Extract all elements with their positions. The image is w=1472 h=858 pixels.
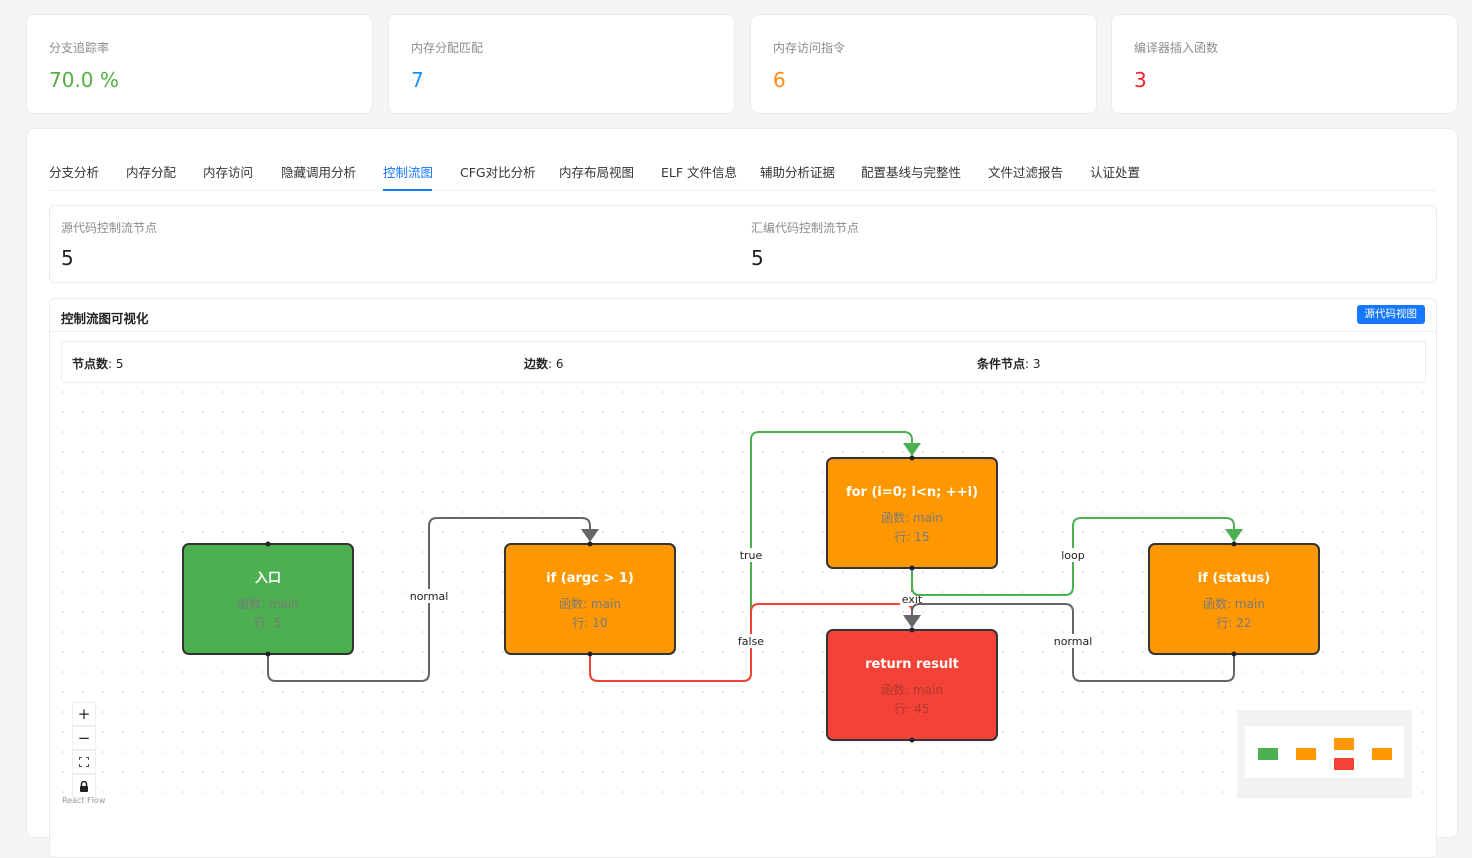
edge-label-loop: loop	[1061, 549, 1085, 562]
tab-baseline[interactable]: 配置基线与完整性	[861, 162, 961, 181]
react-flow-attribution[interactable]: React Flow	[62, 796, 105, 805]
stat-value: 6	[773, 68, 786, 92]
minimap-node-return	[1334, 758, 1354, 770]
cond-count-label: 条件节点	[977, 357, 1026, 371]
node-count-value: : 5	[108, 357, 124, 371]
tab-mem-layout[interactable]: 内存布局视图	[559, 162, 634, 181]
handle-source[interactable]	[587, 651, 593, 657]
tab-branch-analysis[interactable]: 分支分析	[49, 162, 99, 181]
minimap-node-entry	[1258, 748, 1278, 760]
node-title: if (status)	[1198, 571, 1270, 586]
node-func: 函数: main	[1203, 596, 1265, 611]
cfg-visualization-panel: 控制流图可视化 源代码视图 节点数: 5 边数: 6 条件节点: 3 norma…	[49, 298, 1437, 858]
panel-header: 控制流图可视化 源代码视图	[50, 299, 1436, 332]
tab-cert-disposal[interactable]: 认证处置	[1090, 162, 1140, 181]
handle-source[interactable]	[1231, 651, 1237, 657]
tab-cfg-compare[interactable]: CFG对比分析	[460, 162, 536, 181]
cfg-count-box: 源代码控制流节点 5 汇编代码控制流节点 5	[49, 205, 1437, 283]
tab-aux-evidence[interactable]: 辅助分析证据	[760, 162, 835, 181]
stat-label: 内存访问指令	[773, 41, 846, 55]
flow-canvas[interactable]: normal true false exit loop normal 入口 函数…	[62, 391, 1426, 811]
node-title: for (i=0; i<n; ++i)	[846, 485, 978, 500]
tab-bar: 分支分析 内存分配 内存访问 隐藏调用分析 控制流图 CFG对比分析 内存布局视…	[49, 153, 1435, 191]
node-func: 函数: main	[881, 510, 943, 525]
zoom-out-button[interactable]: −	[72, 726, 96, 750]
stat-card-alloc-match: 内存分配匹配 7	[388, 14, 735, 114]
edge-label-true: true	[740, 549, 763, 562]
panel-title: 控制流图可视化	[61, 311, 149, 326]
fit-view-button[interactable]	[72, 750, 96, 774]
minus-icon: −	[77, 729, 91, 747]
edge-count-value: : 6	[548, 357, 564, 371]
tab-filter-report[interactable]: 文件过滤报告	[988, 162, 1063, 181]
edge-count-label: 边数	[524, 357, 549, 371]
tab-cfg[interactable]: 控制流图	[383, 162, 433, 181]
source-cfg-label: 源代码控制流节点	[61, 221, 158, 235]
stat-card-compiler-funcs: 编译器插入函数 3	[1111, 14, 1458, 114]
stat-card-mem-access: 内存访问指令 6	[750, 14, 1097, 114]
source-view-button[interactable]: 源代码视图	[1356, 305, 1425, 324]
handle-source[interactable]	[909, 737, 915, 743]
handle-target[interactable]	[909, 455, 915, 461]
asm-cfg-value: 5	[751, 246, 764, 270]
lock-icon	[80, 780, 88, 792]
stat-label: 编译器插入函数	[1134, 41, 1219, 55]
edge-label-normal: normal	[1054, 635, 1093, 648]
zoom-in-button[interactable]: +	[72, 702, 96, 726]
node-for-loop[interactable]: for (i=0; i<n; ++i) 函数: main 行: 15	[826, 455, 998, 571]
fit-view-icon	[78, 756, 90, 768]
node-title: if (argc > 1)	[546, 571, 634, 586]
tab-mem-access[interactable]: 内存访问	[203, 162, 253, 181]
handle-target[interactable]	[1231, 541, 1237, 547]
minimap-viewport	[1245, 726, 1404, 778]
node-func: 函数: main	[881, 682, 943, 697]
node-if-argc[interactable]: if (argc > 1) 函数: main 行: 10	[504, 541, 676, 657]
handle-source[interactable]	[265, 651, 271, 657]
node-title: return result	[865, 657, 959, 672]
node-if-status[interactable]: if (status) 函数: main 行: 22	[1148, 541, 1320, 657]
node-return[interactable]: return result 函数: main 行: 45	[826, 627, 998, 743]
graph-stats-row: 节点数: 5 边数: 6 条件节点: 3	[61, 341, 1426, 383]
tab-elf-info[interactable]: ELF 文件信息	[661, 162, 737, 181]
active-tab-indicator	[383, 189, 432, 191]
stat-value: 7	[411, 68, 424, 92]
tab-mem-alloc[interactable]: 内存分配	[126, 162, 176, 181]
node-line: 行: 15	[894, 530, 929, 544]
handle-target[interactable]	[265, 541, 271, 547]
node-count-stat: 节点数: 5	[72, 355, 124, 372]
stat-label: 内存分配匹配	[411, 41, 484, 55]
minimap-node-for	[1334, 738, 1354, 750]
node-line: 行: 10	[572, 616, 607, 630]
node-entry[interactable]: 入口 函数: main 行: 5	[182, 541, 354, 657]
node-line: 行: 22	[1216, 616, 1251, 630]
edge-count-stat: 边数: 6	[524, 355, 564, 372]
edge-label-false: false	[738, 635, 764, 648]
cond-count-stat: 条件节点: 3	[977, 355, 1041, 372]
cond-count-value: : 3	[1025, 357, 1041, 371]
asm-cfg-label: 汇编代码控制流节点	[751, 221, 860, 235]
minimap[interactable]	[1237, 710, 1412, 798]
stat-card-branch-trace: 分支追踪率 70.0 %	[26, 14, 373, 114]
node-func: 函数: main	[559, 596, 621, 611]
handle-target[interactable]	[587, 541, 593, 547]
node-line: 行: 5	[254, 616, 282, 630]
handle-target[interactable]	[909, 627, 915, 633]
tab-hidden-calls[interactable]: 隐藏调用分析	[281, 162, 356, 181]
node-line: 行: 45	[894, 702, 929, 716]
node-title: 入口	[255, 571, 281, 586]
edge-label-normal: normal	[410, 590, 449, 603]
source-cfg-value: 5	[61, 246, 74, 270]
minimap-node-if-status	[1372, 748, 1392, 760]
node-count-label: 节点数	[72, 357, 109, 371]
stat-value: 3	[1134, 68, 1147, 92]
minimap-node-if-argc	[1296, 748, 1316, 760]
node-func: 函数: main	[237, 596, 299, 611]
stat-label: 分支追踪率	[49, 41, 110, 55]
handle-source[interactable]	[909, 565, 915, 571]
stat-value: 70.0 %	[49, 68, 119, 92]
lock-button[interactable]	[72, 774, 96, 798]
plus-icon: +	[77, 705, 91, 723]
